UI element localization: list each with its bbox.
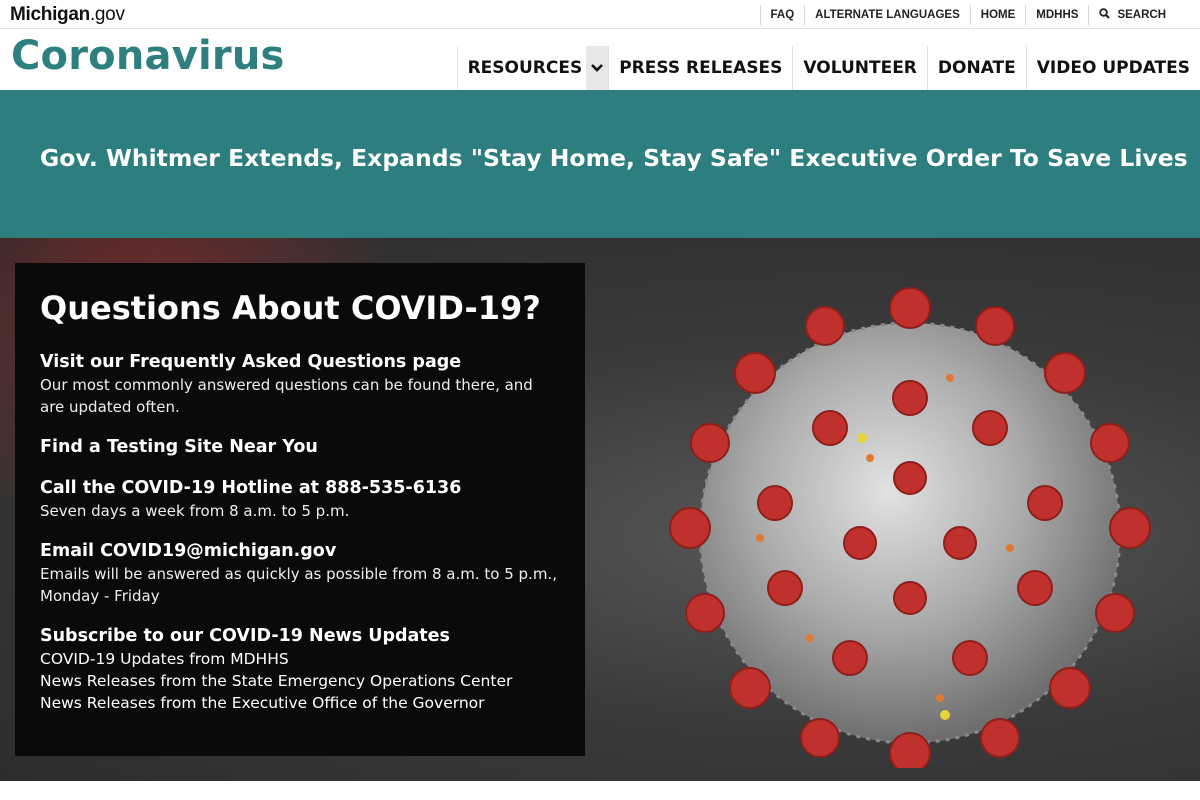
util-link-faq[interactable]: FAQ — [759, 4, 805, 25]
nav-item-label: PRESS RELEASES — [619, 58, 783, 78]
util-link-label: MDHHS — [1036, 8, 1079, 21]
nav-item-press-releases[interactable]: PRESS RELEASES — [608, 46, 792, 90]
util-link-home[interactable]: HOME — [969, 4, 1026, 25]
hotline-hours: Seven days a week from 8 a.m. to 5 p.m. — [40, 502, 350, 520]
util-link-label: FAQ — [770, 8, 795, 21]
search-icon — [1099, 7, 1111, 22]
email-section: Email COVID19@michigan.gov Emails will b… — [40, 539, 560, 607]
chevron-down-icon[interactable] — [586, 46, 609, 90]
faq-description: Our most commonly answered questions can… — [40, 376, 533, 416]
subscribe-section: Subscribe to our COVID-19 News Updates C… — [40, 624, 560, 714]
subscribe-link-governor[interactable]: News Releases from the Executive Office … — [40, 692, 560, 714]
main-nav: RESOURCES PRESS RELEASES VOLUNTEER DONAT… — [456, 46, 1200, 90]
nav-item-resources[interactable]: RESOURCES — [456, 46, 609, 90]
covid-questions-panel: Questions About COVID-19? Visit our Freq… — [15, 263, 585, 756]
subscribe-link-mdhhs[interactable]: COVID-19 Updates from MDHHS — [40, 648, 560, 670]
util-link-alternate-languages[interactable]: ALTERNATE LANGUAGES — [804, 4, 970, 25]
michigan-gov-logo[interactable]: Michigan.gov — [10, 4, 125, 26]
nav-item-label: VIDEO UPDATES — [1036, 58, 1190, 78]
subscribe-heading[interactable]: Subscribe to our COVID-19 News Updates — [40, 624, 560, 648]
util-link-label: HOME — [980, 8, 1016, 21]
panel-title: Questions About COVID-19? — [40, 289, 541, 327]
utility-bar: Michigan.gov FAQ ALTERNATE LANGUAGES HOM… — [0, 0, 1200, 29]
hotline-section: Call the COVID-19 Hotline at 888-535-613… — [40, 476, 560, 522]
utility-nav: FAQ ALTERNATE LANGUAGES HOME MDHHS SEARC… — [759, 0, 1176, 29]
site-header: Coronavirus RESOURCES PRESS RELEASES VOL… — [0, 29, 1200, 90]
email-hours: Emails will be answered as quickly as po… — [40, 565, 557, 605]
util-link-label: ALTERNATE LANGUAGES — [815, 8, 960, 21]
testing-site-link[interactable]: Find a Testing Site Near You — [40, 435, 560, 459]
coronavirus-illustration — [669, 287, 1151, 768]
nav-item-label: DONATE — [937, 58, 1016, 78]
search-label: SEARCH — [1117, 8, 1166, 21]
nav-item-label: RESOURCES — [467, 58, 583, 78]
faq-section: Visit our Frequently Asked Questions pag… — [40, 350, 560, 418]
faq-link[interactable]: Visit our Frequently Asked Questions pag… — [40, 350, 560, 374]
logo-suffix: .gov — [89, 4, 125, 25]
subscribe-link-seoc[interactable]: News Releases from the State Emergency O… — [40, 670, 560, 692]
nav-item-label: VOLUNTEER — [803, 58, 917, 78]
hero-section: Questions About COVID-19? Visit our Freq… — [0, 238, 1200, 781]
headline-link[interactable]: Gov. Whitmer Extends, Expands "Stay Home… — [40, 144, 1188, 172]
hotline-link[interactable]: Call the COVID-19 Hotline at 888-535-613… — [40, 476, 560, 500]
nav-item-video-updates[interactable]: VIDEO UPDATES — [1025, 46, 1200, 90]
headline-banner: Gov. Whitmer Extends, Expands "Stay Home… — [0, 90, 1200, 238]
logo-main: Michigan — [10, 4, 90, 25]
util-link-mdhhs[interactable]: MDHHS — [1025, 4, 1088, 25]
email-link[interactable]: Email COVID19@michigan.gov — [40, 539, 560, 563]
nav-item-donate[interactable]: DONATE — [926, 46, 1026, 90]
site-title[interactable]: Coronavirus — [11, 33, 285, 79]
search-button[interactable]: SEARCH — [1088, 4, 1176, 25]
testing-section: Find a Testing Site Near You — [40, 435, 560, 459]
nav-item-volunteer[interactable]: VOLUNTEER — [792, 46, 926, 90]
